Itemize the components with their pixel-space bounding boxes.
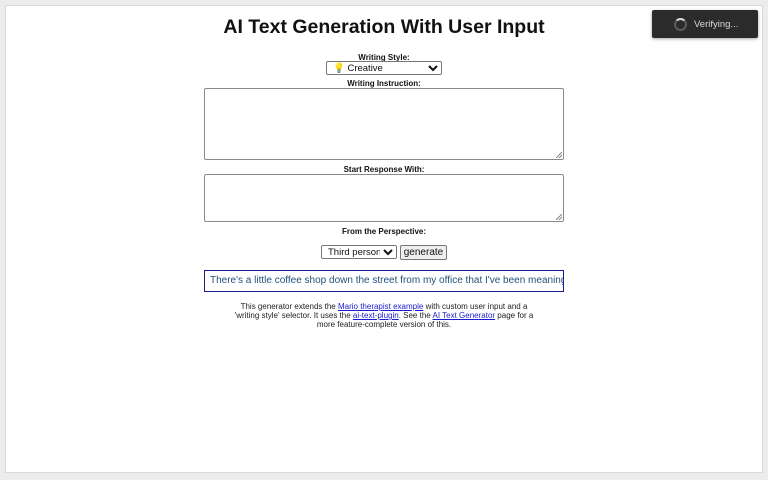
description-part: This generator extends the <box>240 302 338 311</box>
resize-grip-icon[interactable] <box>556 152 562 158</box>
verifying-toast: Verifying... <box>652 10 758 38</box>
toast-text: Verifying... <box>694 18 739 30</box>
mario-therapist-link[interactable]: Mario therapist example <box>338 302 423 311</box>
writing-style-select[interactable]: 💡 Creative <box>326 61 442 75</box>
start-response-textarea[interactable] <box>204 174 564 222</box>
generated-output: There's a little coffee shop down the st… <box>204 270 564 292</box>
ai-text-generator-link[interactable]: AI Text Generator <box>433 311 496 320</box>
resize-grip-icon[interactable] <box>556 214 562 220</box>
generate-button[interactable]: generate <box>400 245 447 260</box>
description-text: This generator extends the Mario therapi… <box>230 302 538 329</box>
perspective-select[interactable]: Third person <box>321 245 397 259</box>
description-part: . See the <box>398 311 433 320</box>
spinner-icon <box>674 17 687 31</box>
page-frame <box>5 5 763 473</box>
writing-instruction-label: Writing Instruction: <box>347 79 421 88</box>
writing-instruction-textarea[interactable] <box>204 88 564 160</box>
ai-text-plugin-link[interactable]: ai-text-plugin <box>353 311 399 320</box>
perspective-label: From the Perspective: <box>341 227 427 236</box>
start-response-label: Start Response With: <box>343 165 425 174</box>
